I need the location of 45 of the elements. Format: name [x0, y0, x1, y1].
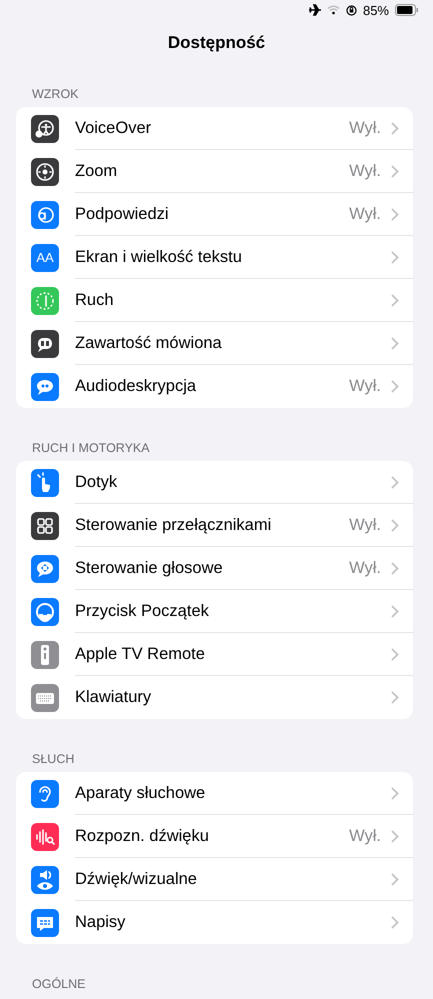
chevron-icon: [391, 872, 399, 886]
wifi-icon: [326, 5, 340, 15]
settings-row[interactable]: Dotyk: [16, 461, 413, 504]
chevron-icon: [391, 562, 399, 574]
chevron-icon: [391, 164, 399, 178]
chevron-icon: [391, 336, 399, 350]
orientation-lock-icon: [346, 4, 357, 16]
section-header: SŁUCH: [32, 753, 74, 766]
settings-row[interactable]: Apple TV Remote: [16, 633, 413, 676]
settings-row[interactable]: Sterowanie przełącznikami Wył.: [16, 504, 413, 547]
chevron-icon: [391, 122, 399, 134]
chevron-icon: [391, 208, 399, 220]
chevron-icon: [391, 250, 399, 264]
chevron-icon: [391, 518, 399, 532]
chevron-icon: [391, 476, 399, 488]
section-header: OGÓLNE: [32, 978, 86, 991]
chevron-icon: [391, 604, 399, 618]
chevron-icon: [391, 294, 399, 306]
settings-row[interactable]: Zawartość mówiona: [16, 322, 413, 365]
chevron-icon: [391, 691, 399, 704]
settings-row[interactable]: Zoom Wył.: [16, 150, 413, 193]
settings-row[interactable]: VoiceOver Wył.: [16, 107, 413, 150]
settings-row[interactable]: Rozpozn. dźwięku Wył.: [16, 815, 413, 858]
settings-row[interactable]: Aparaty słuchowe: [16, 772, 413, 815]
chevron-icon: [391, 830, 399, 842]
settings-row[interactable]: Przycisk Początek: [16, 590, 413, 633]
text-size-icon: AA: [31, 244, 59, 272]
section-header: WZROK: [32, 88, 79, 101]
battery-percentage: 85%: [362, 2, 389, 18]
settings-row[interactable]: Podpowiedzi Wył.: [16, 193, 413, 236]
page-title: Dostępność: [168, 33, 266, 53]
settings-row[interactable]: Klawiatury: [16, 676, 413, 719]
settings-row[interactable]: Dźwięk/wizualne: [16, 858, 413, 901]
settings-row[interactable]: AA Ekran i wielkość tekstu: [16, 236, 413, 279]
chevron-icon: [391, 380, 399, 393]
settings-row[interactable]: Audiodeskrypcja Wył.: [16, 365, 413, 408]
airplane-icon: [308, 4, 321, 16]
chevron-icon: [391, 916, 399, 929]
settings-row[interactable]: Ruch: [16, 279, 413, 322]
chevron-icon: [391, 786, 399, 800]
chevron-icon: [391, 648, 399, 660]
battery-icon: [395, 4, 419, 16]
settings-row[interactable]: Napisy: [16, 901, 413, 944]
section-header: RUCH I MOTORYKA: [32, 442, 150, 455]
settings-row[interactable]: Sterowanie głosowe Wył.: [16, 547, 413, 590]
